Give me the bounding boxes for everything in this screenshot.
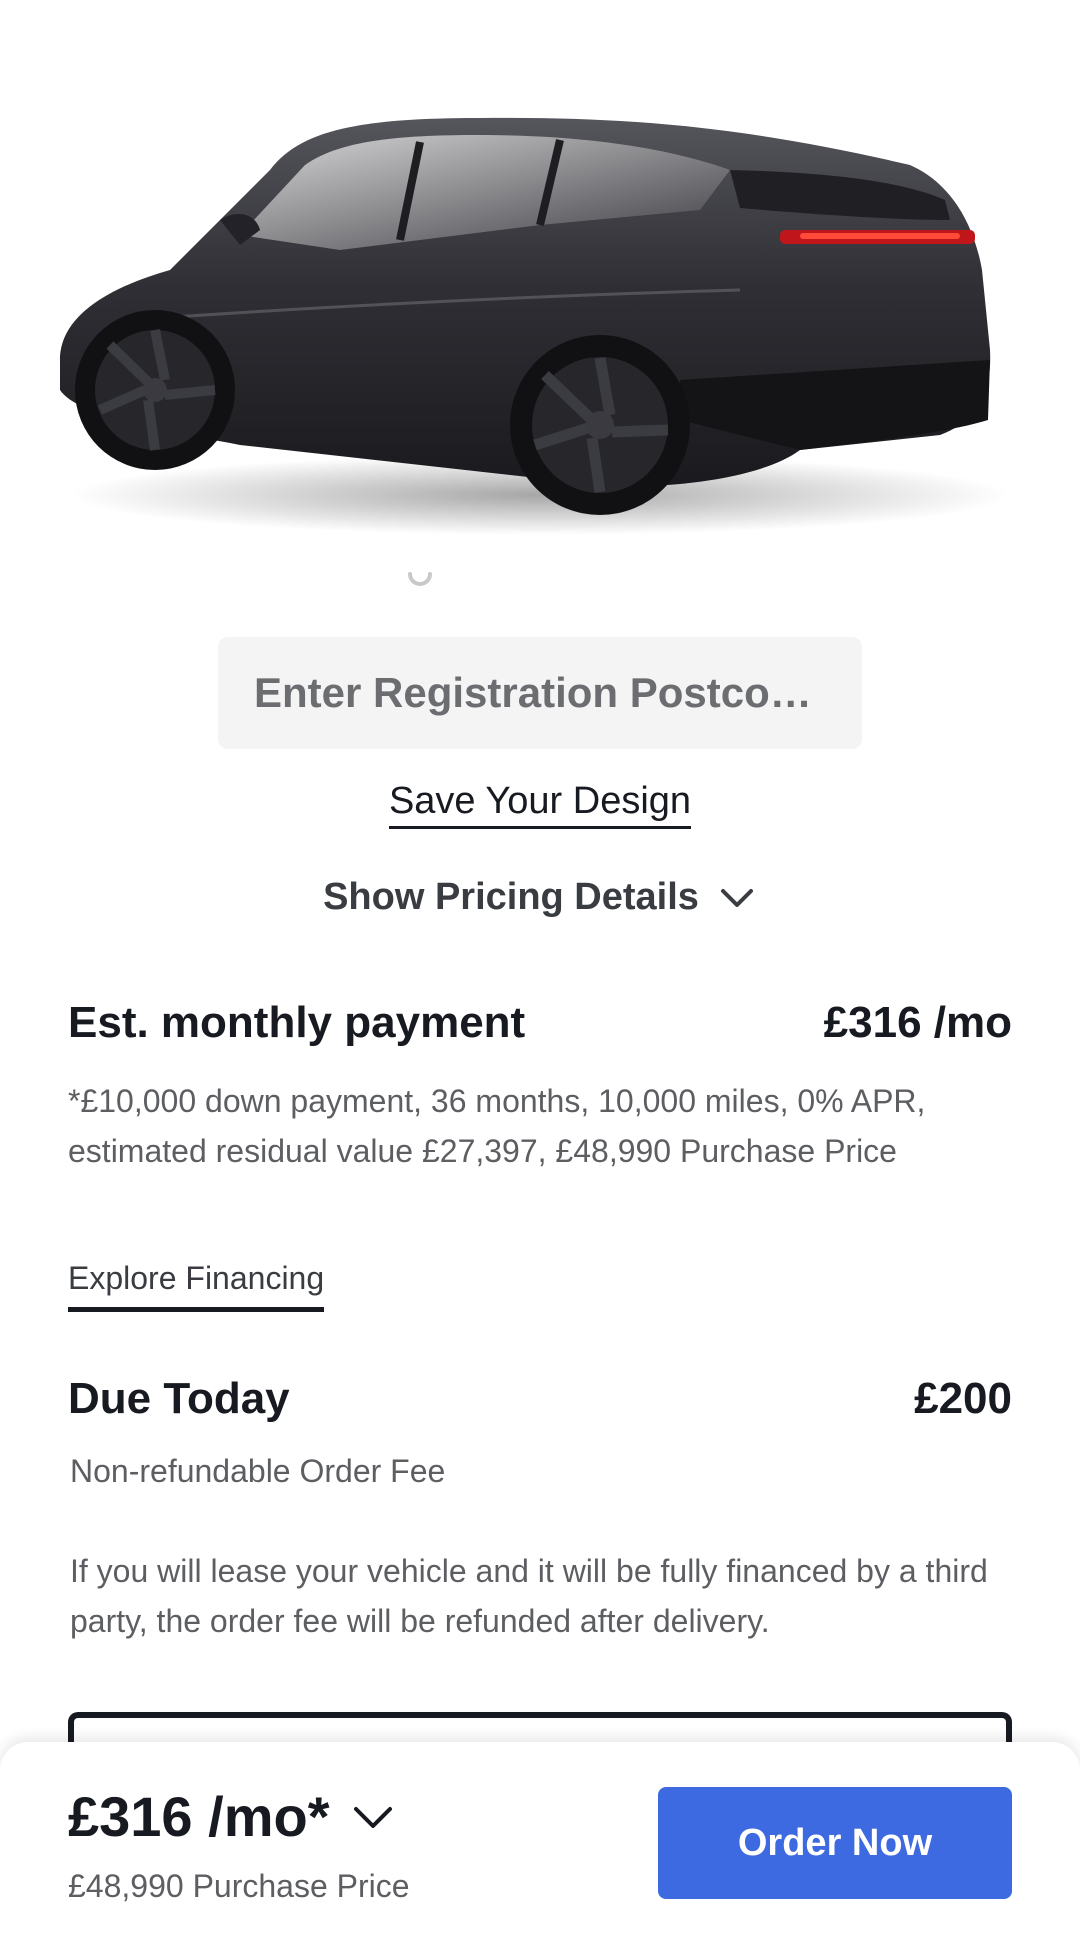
order-now-button[interactable]: Order Now	[658, 1787, 1012, 1899]
postcode-field[interactable]	[218, 637, 862, 749]
loading-spinner-icon	[408, 572, 432, 586]
bottom-order-bar: £316 /mo* £48,990 Purchase Price Order N…	[0, 1742, 1080, 1945]
show-pricing-details-label: Show Pricing Details	[323, 876, 699, 918]
bottom-purchase-price: £48,990 Purchase Price	[68, 1868, 410, 1904]
configurator-page: Save Your Design Show Pricing Details Es…	[0, 0, 1080, 1945]
monthly-payment-title: Est. monthly payment	[68, 998, 526, 1047]
postcode-input[interactable]	[252, 668, 828, 718]
due-today-amount: £200	[914, 1374, 1012, 1423]
chevron-down-icon	[720, 888, 753, 907]
monthly-payment-disclaimer: *£10,000 down payment, 36 months, 10,000…	[68, 1083, 926, 1169]
car-image	[40, 90, 1020, 550]
due-today-title: Due Today	[68, 1374, 290, 1423]
show-pricing-details-toggle[interactable]: Show Pricing Details	[0, 876, 1080, 919]
price-summary-toggle[interactable]: £316 /mo*	[68, 1784, 396, 1849]
monthly-payment-row: Est. monthly payment £316 /mo	[68, 998, 1012, 1048]
chevron-down-icon	[353, 1806, 392, 1828]
due-today-row: Due Today £200	[68, 1374, 1012, 1424]
monthly-payment-amount: £316 /mo	[823, 998, 1012, 1047]
bottom-monthly-price: £316 /mo*	[68, 1785, 330, 1848]
save-design-container: Save Your Design	[0, 780, 1080, 829]
order-fee-label: Non-refundable Order Fee	[70, 1453, 446, 1489]
order-fee-note: If you will lease your vehicle and it wi…	[70, 1553, 988, 1639]
explore-financing-link[interactable]: Explore Financing	[68, 1260, 325, 1312]
save-design-link[interactable]: Save Your Design	[388, 780, 692, 829]
